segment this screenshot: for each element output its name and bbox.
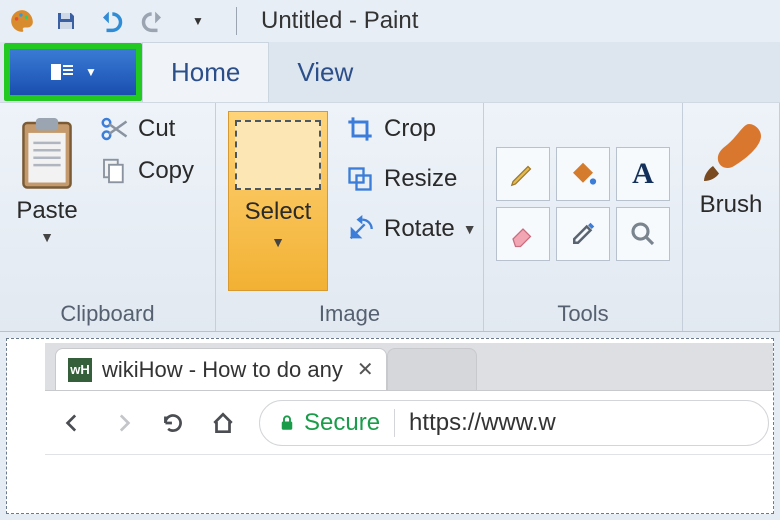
rotate-label: Rotate: [384, 215, 455, 243]
resize-label: Resize: [384, 165, 457, 193]
group-image: Select ▼ Crop Resize: [216, 103, 484, 331]
brush-icon: [695, 115, 767, 187]
url-text: https://www.w: [409, 409, 556, 437]
redo-icon[interactable]: [140, 7, 168, 35]
canvas[interactable]: wH wikiHow - How to do any ✕: [6, 338, 774, 514]
crop-icon: [344, 113, 376, 145]
save-icon[interactable]: [52, 7, 80, 35]
group-label-tools: Tools: [496, 297, 670, 327]
paste-label: Paste: [16, 197, 77, 225]
group-clipboard: Paste ▼ Cut Copy Clipboard: [0, 103, 216, 331]
chevron-down-icon: ▼: [40, 229, 54, 245]
picker-icon: [568, 219, 598, 249]
select-rect-icon: [235, 120, 321, 190]
rotate-icon: [344, 213, 376, 245]
chevron-down-icon: ▼: [463, 221, 477, 237]
chevron-down-icon: ▼: [271, 234, 285, 250]
clipboard-icon: [16, 115, 78, 193]
file-tab-highlight: ▼: [4, 43, 142, 101]
lock-icon: [278, 414, 296, 432]
title-separator: [236, 7, 237, 35]
brushes-label: Brush: [700, 191, 763, 219]
tool-magnifier[interactable]: [616, 207, 670, 261]
resize-button[interactable]: Resize: [340, 161, 481, 197]
undo-icon[interactable]: [96, 7, 124, 35]
pasted-browser-image: wH wikiHow - How to do any ✕: [45, 343, 774, 455]
ribbon-tabs: ▼ Home View: [0, 42, 780, 102]
resize-icon: [344, 163, 376, 195]
paste-button[interactable]: Paste ▼: [12, 111, 82, 297]
wikihow-favicon: wH: [68, 358, 92, 382]
fill-icon: [568, 159, 598, 189]
address-bar: Secure https://www.w: [259, 400, 769, 446]
forward-icon: [109, 409, 137, 437]
ribbon: Paste ▼ Cut Copy Clipboard: [0, 102, 780, 332]
browser-tab-title: wikiHow - How to do any: [102, 357, 343, 383]
copy-icon: [98, 155, 130, 187]
browser-toolbar: Secure https://www.w: [45, 391, 774, 455]
select-button[interactable]: Select ▼: [228, 111, 328, 291]
tab-home[interactable]: Home: [142, 42, 269, 102]
tool-text[interactable]: A: [616, 147, 670, 201]
cut-label: Cut: [138, 115, 175, 143]
window-title: Untitled - Paint: [261, 7, 418, 35]
tool-pencil[interactable]: [496, 147, 550, 201]
secure-indicator: Secure: [278, 409, 380, 437]
pencil-icon: [508, 159, 538, 189]
tab-view[interactable]: View: [269, 43, 381, 102]
title-bar: ▼ Untitled - Paint: [0, 0, 780, 42]
select-label: Select: [245, 198, 312, 226]
text-icon: A: [632, 157, 654, 191]
group-brushes: Brush: [683, 103, 780, 331]
tool-picker[interactable]: [556, 207, 610, 261]
browser-tab-strip: wH wikiHow - How to do any ✕: [45, 343, 774, 391]
palette-icon[interactable]: [8, 7, 36, 35]
browser-tab-inactive: [387, 348, 477, 390]
group-label-clipboard: Clipboard: [12, 297, 203, 327]
scissors-icon: [98, 113, 130, 145]
magnifier-icon: [628, 219, 658, 249]
tool-fill[interactable]: [556, 147, 610, 201]
secure-label: Secure: [304, 409, 380, 437]
eraser-icon: [508, 219, 538, 249]
group-label-image: Image: [228, 297, 471, 327]
copy-button[interactable]: Copy: [94, 153, 198, 189]
tool-eraser[interactable]: [496, 207, 550, 261]
close-icon: ✕: [357, 357, 374, 382]
crop-button[interactable]: Crop: [340, 111, 481, 147]
brushes-button[interactable]: Brush: [691, 111, 771, 297]
home-icon: [209, 409, 237, 437]
reload-icon: [159, 409, 187, 437]
file-tab-arrow-icon: ▼: [85, 65, 97, 79]
customize-qat-icon[interactable]: ▼: [184, 7, 212, 35]
crop-label: Crop: [384, 115, 436, 143]
back-icon: [59, 409, 87, 437]
group-tools: A Tools: [484, 103, 683, 331]
file-tab[interactable]: ▼: [10, 49, 136, 95]
rotate-button[interactable]: Rotate ▼: [340, 211, 481, 247]
cut-button[interactable]: Cut: [94, 111, 198, 147]
browser-tab-active: wH wikiHow - How to do any ✕: [55, 348, 387, 390]
copy-label: Copy: [138, 157, 194, 185]
canvas-area: wH wikiHow - How to do any ✕: [0, 332, 780, 520]
omnibox-separator: [394, 409, 395, 437]
